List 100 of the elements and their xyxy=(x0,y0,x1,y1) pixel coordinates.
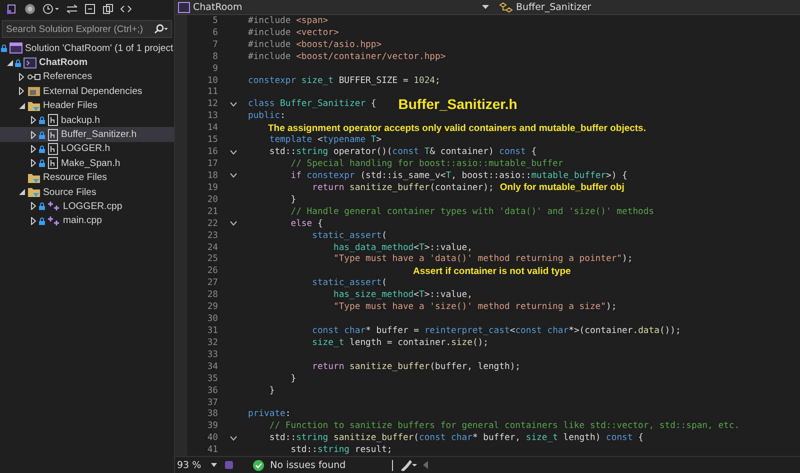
code-text: >::value, xyxy=(424,290,472,300)
code-type: string xyxy=(317,445,350,456)
code-function: sanitize_buffer xyxy=(348,362,430,372)
code-text: ( xyxy=(382,278,387,288)
code-type: T xyxy=(370,135,376,146)
code-keyword: char xyxy=(343,326,366,336)
line-number: 31 xyxy=(206,326,218,336)
project-dropdown[interactable]: ChatRoom xyxy=(175,0,495,14)
code-function: size xyxy=(451,338,472,348)
annotation-text: Assert if container is not valid type xyxy=(413,266,571,277)
code-keyword: const xyxy=(515,326,542,336)
search-field[interactable]: Search Solution Explorer (Ctrl+;) xyxy=(2,20,172,38)
code-type: size_t xyxy=(526,433,558,444)
line-number: 24 xyxy=(206,242,218,253)
tree-item[interactable]: Solution 'ChatRoom' (1 of 1 project xyxy=(0,41,174,56)
tree-item[interactable]: main.cpp xyxy=(0,214,174,228)
tree-item[interactable]: LOGGER.h xyxy=(0,142,174,156)
code-icon[interactable] xyxy=(120,3,132,15)
code-keyword: return xyxy=(311,362,344,372)
code-keyword: public xyxy=(248,111,280,122)
code-comment: // Handle general container types with 'data()' and 'size()' methods xyxy=(290,206,654,217)
header-file-icon xyxy=(47,128,59,141)
code-keyword: return xyxy=(311,182,344,193)
tree-item[interactable]: Make_Span.h xyxy=(0,156,174,171)
code-keyword: private xyxy=(248,409,286,420)
caret-icon xyxy=(482,5,489,9)
line-number: 12 xyxy=(206,99,218,110)
line-number: 15 xyxy=(206,135,218,146)
tree-item[interactable]: backup.h xyxy=(0,112,174,128)
fold-chevron-icon[interactable] xyxy=(230,436,236,441)
code-text: < xyxy=(510,326,516,336)
line-number: 23 xyxy=(206,230,218,241)
line-number: 26 xyxy=(206,266,218,276)
code-string: <boost/container/vector.hpp> xyxy=(296,52,446,62)
expanded-arrow-icon[interactable] xyxy=(18,189,24,196)
member-dropdown[interactable]: Buffer_Sanitizer xyxy=(495,0,592,14)
line-number: 6 xyxy=(212,28,218,38)
code-type: T xyxy=(446,170,452,181)
code-text: >::value, xyxy=(424,242,472,253)
tree-item[interactable]: Source Files xyxy=(0,184,174,200)
code-text: length) xyxy=(562,433,602,444)
code-type: Buffer_Sanitizer xyxy=(280,99,366,110)
code-string: <span> xyxy=(296,16,328,26)
code-text: (std::is_same_v< xyxy=(359,170,446,181)
tree-item[interactable]: References xyxy=(0,70,174,84)
fold-chevron-icon[interactable] xyxy=(230,173,236,178)
code-text: < xyxy=(414,242,419,253)
copy-icon[interactable] xyxy=(102,3,114,15)
expanded-arrow-icon[interactable] xyxy=(6,60,12,66)
line-number: 20 xyxy=(206,194,218,205)
zoom-dropdown[interactable]: 93 % xyxy=(175,460,218,470)
expanded-arrow-icon[interactable] xyxy=(18,102,24,109)
code-comment: // Function to sanitize buffers for general containers like std::vector, std::span, etc. xyxy=(268,421,740,432)
line-number: 36 xyxy=(206,386,218,396)
code-string: <vector> xyxy=(296,28,339,38)
fold-chevron-icon[interactable] xyxy=(230,221,236,226)
code-type: mutable_buffer xyxy=(531,170,606,181)
line-number: 11 xyxy=(206,87,218,98)
tree-item-label: Make_Span.h xyxy=(61,158,120,169)
caret-icon xyxy=(211,463,218,467)
line-number: 13 xyxy=(206,111,218,122)
line-number: 40 xyxy=(206,433,218,444)
tree-item[interactable]: LOGGER.cpp xyxy=(0,199,174,214)
line-number: 34 xyxy=(206,362,218,372)
scroll-left-icon[interactable] xyxy=(422,461,429,469)
code-keyword: const xyxy=(419,433,446,444)
line-number: 28 xyxy=(206,290,218,300)
line-number: 21 xyxy=(206,206,218,217)
code-number: 1024 xyxy=(414,76,436,86)
tree-item[interactable]: External Dependencies xyxy=(0,84,174,99)
tree-item-label: backup.h xyxy=(61,114,100,126)
issues-status[interactable]: No issues found xyxy=(270,460,346,470)
fold-chevron-icon[interactable] xyxy=(230,150,236,155)
code-text: (container); xyxy=(430,182,494,193)
code-type: size_t xyxy=(311,338,344,348)
annotation-text: Only for mutable_buffer obj xyxy=(500,182,624,194)
tree-item[interactable]: Resource Files xyxy=(0,170,174,185)
line-number: 30 xyxy=(206,314,218,324)
collapse-icon[interactable] xyxy=(84,3,96,15)
class-icon xyxy=(499,2,513,12)
code-type: size_t xyxy=(300,76,334,86)
tree-item[interactable]: Buffer_Sanitizer.h xyxy=(0,127,174,142)
fold-chevron-icon[interactable] xyxy=(230,102,236,107)
line-number: 33 xyxy=(206,350,218,360)
tree-item[interactable]: ChatRoom xyxy=(0,55,174,70)
line-number: 8 xyxy=(212,52,218,62)
code-text: : xyxy=(280,111,286,122)
line-number: 10 xyxy=(206,76,218,86)
line-number: 18 xyxy=(206,170,218,181)
code-text: ( xyxy=(414,433,419,444)
code-text: : xyxy=(285,409,291,420)
history-icon[interactable] xyxy=(42,3,60,15)
code-text: > xyxy=(376,135,382,146)
sync-icon[interactable] xyxy=(66,3,78,15)
tree-item[interactable]: Header Files xyxy=(0,98,174,113)
tree-item-label: Source Files xyxy=(43,186,96,198)
code-text: { xyxy=(370,99,376,110)
code-keyword: static_assert xyxy=(311,230,382,241)
line-number: 7 xyxy=(212,40,218,50)
code-type: string xyxy=(296,433,328,444)
